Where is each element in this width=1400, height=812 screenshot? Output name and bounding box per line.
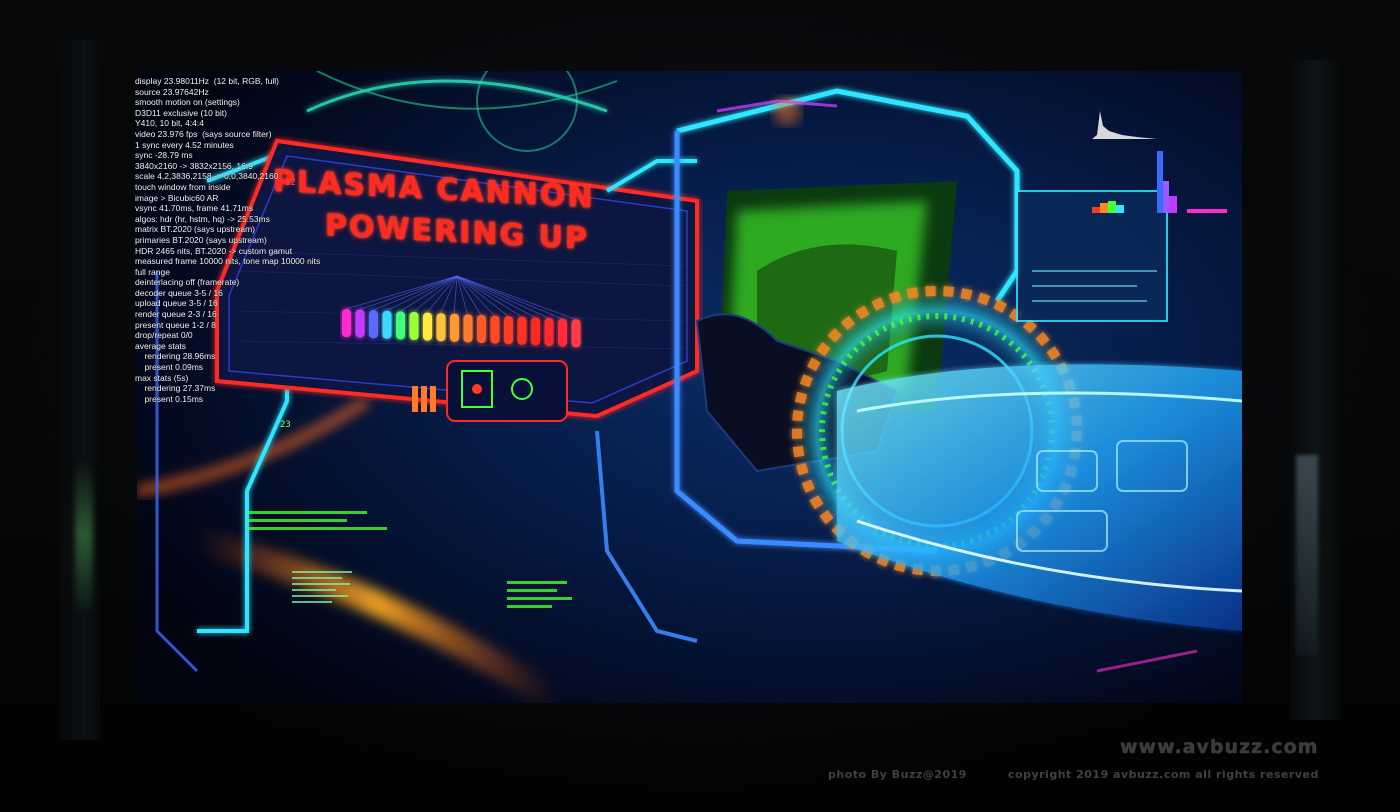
level-capsule: [477, 315, 486, 343]
counter-readout: 23: [280, 420, 291, 430]
osd-line: rendering 28.96ms: [135, 351, 216, 362]
level-capsule: [423, 312, 432, 341]
level-capsule: [436, 313, 446, 342]
osd-line: upload queue 3-5 / 16: [135, 298, 218, 309]
osd-line: present queue 1-2 / 8: [135, 319, 216, 330]
osd-line: HDR 2465 nits, BT.2020 -> custom gamut: [135, 245, 293, 256]
watermark: www.avbuzz.com: [1120, 736, 1319, 758]
osd-line: image > Bicubic60 AR: [135, 192, 219, 203]
level-capsule: [355, 309, 365, 338]
photo-credit: photo By Buzz@2019: [828, 768, 967, 781]
left-light-reflection: [75, 460, 93, 610]
level-capsule: [463, 314, 473, 343]
osd-line: display 23.98011Hz (12 bit, RGB, full): [135, 76, 279, 86]
left-speaker: [60, 40, 100, 740]
osd-line: sync -28.79 ms: [135, 150, 193, 161]
level-capsule: [558, 318, 567, 347]
osd-line: primaries BT.2020 (says upstream): [135, 234, 267, 245]
level-capsule: [517, 316, 527, 345]
osd-line: Y410, 10 bit, 4:4:4: [135, 118, 204, 129]
osd-line: average stats: [135, 340, 187, 351]
level-capsule: [409, 312, 419, 340]
osd-line: video 23.976 fps (says source filter): [135, 128, 272, 139]
copyright-notice: copyright 2019 avbuzz.com all rights res…: [1008, 768, 1319, 781]
osd-line: rendering 27.37ms: [135, 383, 216, 394]
renderer-stats-overlay: display 23.98011Hz (12 bit, RGB, full) so…: [135, 76, 345, 404]
osd-line: max stats (5s): [135, 372, 189, 383]
osd-line: measured frame 10000 nits, tone map 1000…: [135, 256, 321, 267]
level-capsule: [504, 316, 513, 345]
level-capsule: [369, 310, 378, 339]
osd-line: algos: hdr (hr, hstm, hq) -> 25.53ms: [135, 213, 270, 224]
level-capsule: [382, 310, 392, 339]
osd-line: decoder queue 3-5 / 16: [135, 287, 223, 298]
osd-line: render queue 2-3 / 16: [135, 309, 217, 320]
osd-line: vsync 41.70ms, frame 41.71ms: [135, 203, 254, 214]
osd-line: scale 4,2,3836,2158 -> 0,0,3840,2160: [135, 171, 279, 182]
level-capsule: [571, 319, 581, 348]
level-capsule: [531, 317, 540, 346]
level-capsule: [396, 311, 405, 340]
osd-line: touch window from inside: [135, 181, 231, 192]
osd-line: D3D11 exclusive (10 bit): [135, 107, 227, 118]
osd-line: source 23.97642Hz: [135, 86, 209, 97]
level-capsule: [450, 313, 459, 342]
level-capsule: [490, 315, 500, 344]
osd-line: deinterlacing off (framerate): [135, 277, 240, 288]
osd-line: smooth motion on (settings): [135, 97, 240, 108]
osd-line: 1 sync every 4.52 minutes: [135, 139, 234, 150]
right-light-reflection: [1296, 455, 1318, 655]
osd-line: drop/repeat 0/0: [135, 330, 193, 341]
osd-line: present 0.09ms: [135, 362, 204, 373]
osd-line: present 0.15ms: [135, 393, 204, 404]
osd-line: matrix BT.2020 (says upstream): [135, 224, 255, 235]
osd-line: 3840x2160 -> 3832x2156, 16:9: [135, 160, 253, 171]
level-capsule: [544, 318, 554, 346]
osd-line: full range: [135, 266, 170, 277]
